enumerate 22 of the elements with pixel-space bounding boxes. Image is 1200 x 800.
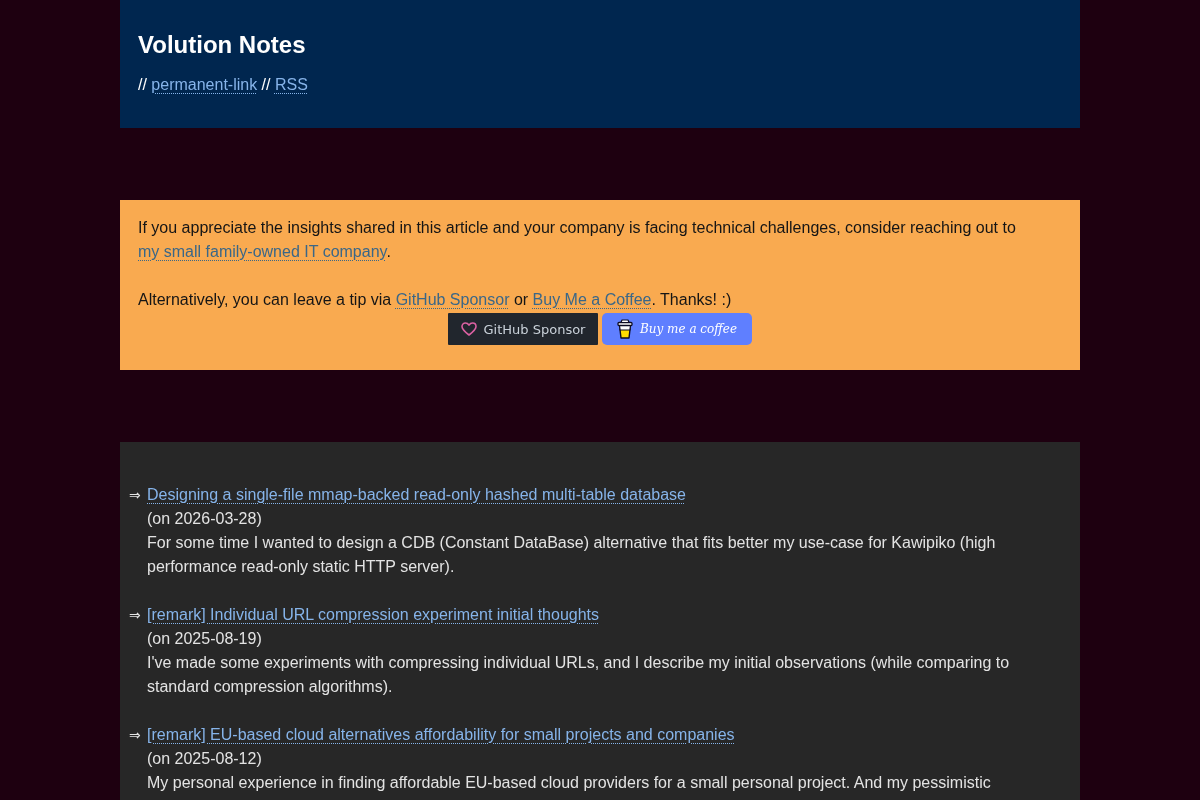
sponsor-button[interactable]: GitHub Sponsor bbox=[448, 313, 598, 345]
article-summary: For some time I wanted to design a CDB (Constant DataBase) alternative that fits better my use-case for Kawipiko (high performance read-only static HTTP server). bbox=[147, 533, 997, 577]
article-link[interactable]: [remark] Individual URL compression experiment initial thoughts bbox=[147, 606, 600, 623]
support-text: If you appreciate the insights shared in this article and your company is facing technical challenges, consider reaching out to my small family-owned IT company. bbox=[138, 218, 1017, 262]
heart-icon bbox=[460, 322, 477, 336]
header-nav-line: // permanent-link // RSS bbox=[138, 75, 309, 95]
header-link[interactable]: permanent-link bbox=[151, 76, 258, 93]
arrow-bullet: ⇒ bbox=[128, 606, 142, 625]
header-link[interactable]: RSS bbox=[274, 76, 308, 93]
coffee-button[interactable]: Buy me a coffee bbox=[602, 313, 752, 345]
article-link[interactable]: [remark] EU-based cloud alternatives affordability for small projects and companies bbox=[147, 726, 735, 743]
cup-icon bbox=[616, 319, 633, 339]
article-summary: My personal experience in finding affordable EU-based cloud providers for a small personal project. And my pessimistic bbox=[147, 773, 992, 793]
support-text: Alternatively, you can leave a tip via GitHub Sponsor or Buy Me a Coffee. Thanks! :) bbox=[138, 290, 733, 310]
article-link[interactable]: Designing a single-file mmap-backed read-only hashed multi-table database bbox=[147, 486, 686, 503]
article-date: (on 2025-08-12) bbox=[147, 749, 263, 769]
article-date: (on 2026-03-28) bbox=[147, 509, 263, 529]
article-date: (on 2025-08-19) bbox=[147, 629, 263, 649]
arrow-bullet: ⇒ bbox=[128, 726, 142, 745]
article-summary: I've made some experiments with compressing individual URLs, and I describe my initial observations (while comparing to standard compression algorithms). bbox=[147, 653, 1011, 697]
site-title: Volution Notes bbox=[138, 31, 307, 59]
arrow-bullet: ⇒ bbox=[128, 486, 142, 505]
